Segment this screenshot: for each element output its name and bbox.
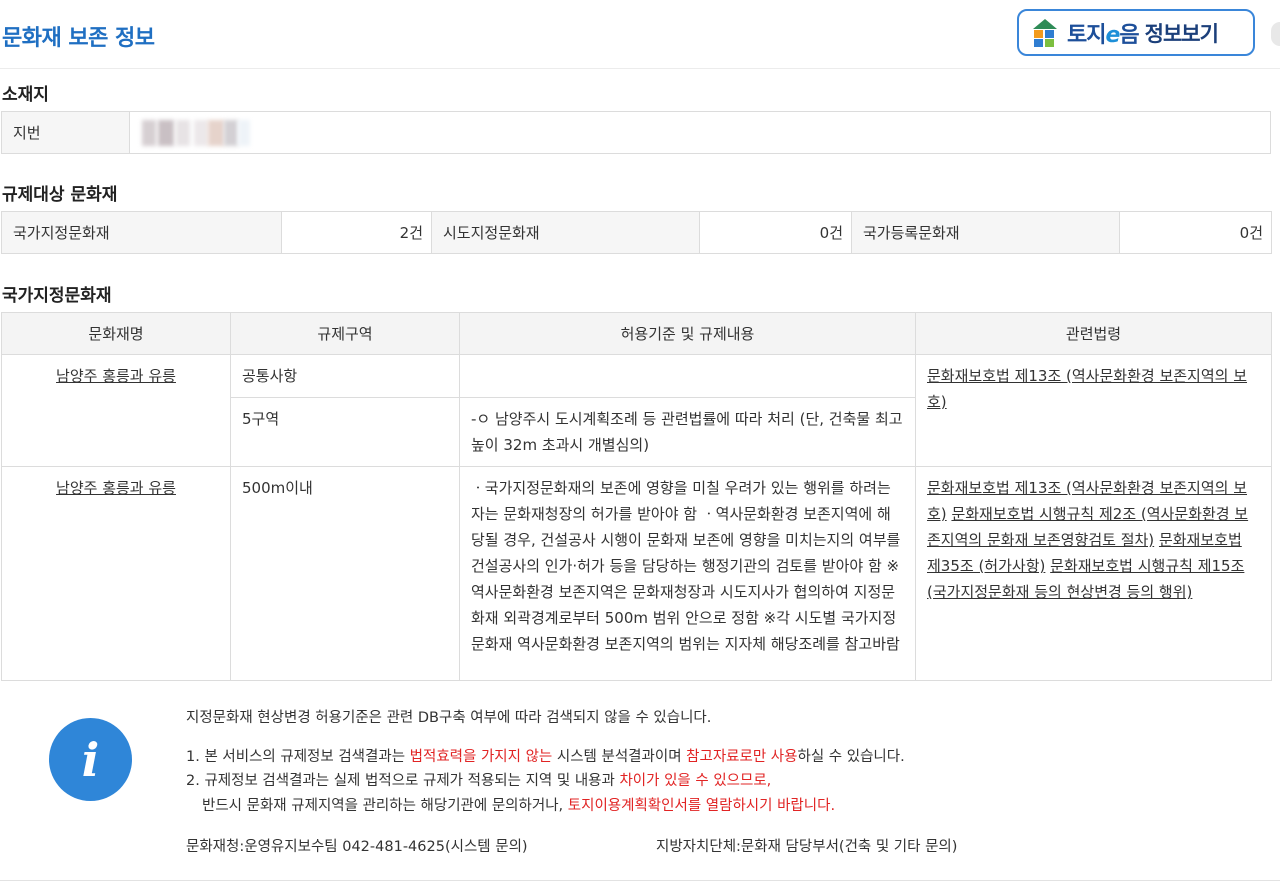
- tojieum-brand: 토지e음: [1067, 22, 1140, 48]
- count-table: 국가지정문화재 2건 시도지정문화재 0건 국가등록문화재 0건: [1, 211, 1272, 254]
- contact-local-government: 지방자치단체:문화재 담당부서(건축 및 기타 문의): [656, 839, 958, 855]
- registered-count-value: 0건: [1119, 211, 1272, 254]
- col-header-name: 문화재명: [1, 312, 231, 355]
- col-header-laws: 관련법령: [915, 312, 1272, 355]
- national-count-label: 국가지정문화재: [1, 211, 282, 254]
- provincial-count-value: 0건: [699, 211, 852, 254]
- info-icon: i: [49, 718, 132, 801]
- page-title: 문화재 보존 정보: [2, 26, 155, 51]
- tojieum-view-label: 정보보기: [1144, 21, 1219, 46]
- tojieum-logo-icon: [1031, 18, 1059, 47]
- col-header-zone: 규제구역: [230, 312, 460, 355]
- location-section-title: 소재지: [2, 85, 49, 105]
- heritage-name-cell: 남양주 홍릉과 유릉: [1, 354, 231, 467]
- tojieum-view-button[interactable]: 토지e음 정보보기: [1017, 9, 1255, 56]
- national-count-value: 2건: [281, 211, 432, 254]
- header-divider: [0, 68, 1280, 69]
- heritage-name-link[interactable]: 남양주 홍릉과 유릉: [56, 367, 176, 385]
- parcel-value: [129, 111, 1271, 154]
- footer-divider: [0, 880, 1280, 881]
- regulated-section-title: 규제대상 문화재: [2, 185, 118, 205]
- heritage-detail-table: 문화재명 규제구역 허용기준 및 규제내용 관련법령 남양주 홍릉과 유릉 공통…: [1, 312, 1272, 681]
- registered-count-label: 국가등록문화재: [851, 211, 1120, 254]
- table-row: 남양주 홍릉과 유릉 공통사항 문화재보호법 제13조 (역사문화환경 보존지역…: [1, 354, 1272, 467]
- heritage-name-link[interactable]: 남양주 홍릉과 유릉: [56, 479, 176, 497]
- scrollbar-handle[interactable]: [1271, 22, 1280, 46]
- zone-cell: 공통사항: [230, 354, 460, 398]
- laws-cell: 문화재보호법 제13조 (역사문화환경 보존지역의 보호): [915, 354, 1272, 467]
- parcel-label: 지번: [1, 111, 130, 154]
- notice-line-2: 2. 규제정보 검색결과는 실제 법적으로 규제가 적용되는 지역 및 내용과 …: [186, 773, 772, 789]
- national-section-title: 국가지정문화재: [2, 286, 112, 306]
- table-row: 남양주 홍릉과 유릉 500m이내 ㆍ국가지정문화재의 보존에 영향을 미칠 우…: [1, 466, 1272, 681]
- col-header-content: 허용기준 및 규제내용: [459, 312, 916, 355]
- notice-line-1: 1. 본 서비스의 규제정보 검색결과는 법적효력을 가지지 않는 시스템 분석…: [186, 749, 905, 765]
- zone-cell: 500m이내: [230, 466, 460, 681]
- provincial-count-label: 시도지정문화재: [431, 211, 700, 254]
- heritage-name-cell: 남양주 홍릉과 유릉: [1, 466, 231, 681]
- content-cell: -ㅇ 남양주시 도시계획조례 등 관련법률에 따라 처리 (단, 건축물 최고높…: [459, 397, 916, 467]
- notice-line-3: 반드시 문화재 규제지역을 관리하는 해당기관에 문의하거나, 토지이용계획확인…: [202, 798, 836, 814]
- zone-cell: 5구역: [230, 397, 460, 467]
- laws-cell: 문화재보호법 제13조 (역사문화환경 보존지역의 보호) 문화재보호법 시행규…: [915, 466, 1272, 681]
- contact-heritage-admin: 문화재청:운영유지보수팀 042-481-4625(시스템 문의): [186, 839, 528, 855]
- law-link[interactable]: 문화재보호법 제13조 (역사문화환경 보존지역의 보호): [927, 367, 1247, 411]
- redacted-address: [136, 118, 251, 148]
- content-cell: ㆍ국가지정문화재의 보존에 영향을 미칠 우려가 있는 행위를 하려는 자는 문…: [459, 466, 916, 681]
- content-cell: [459, 354, 916, 398]
- notice-intro: 지정문화재 현상변경 허용기준은 관련 DB구축 여부에 따라 검색되지 않을 …: [186, 710, 712, 726]
- location-table: 지번: [1, 111, 1271, 154]
